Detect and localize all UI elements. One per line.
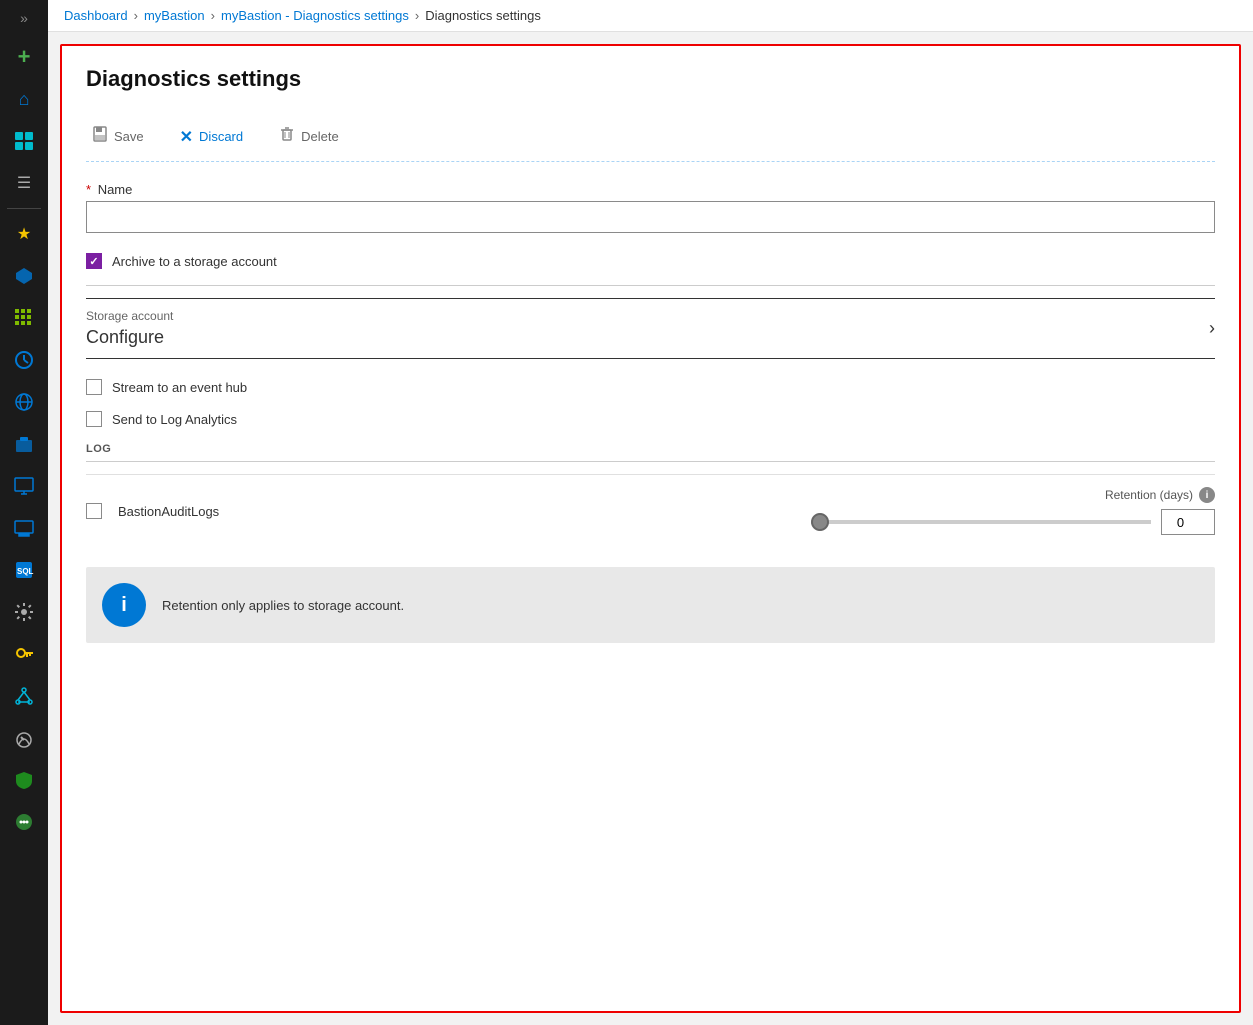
sidebar-item-resourcegroups[interactable] bbox=[0, 423, 48, 465]
sidebar-item-allservices[interactable] bbox=[0, 297, 48, 339]
menu-icon: ☰ bbox=[17, 173, 31, 193]
sidebar-item-dashboard[interactable] bbox=[0, 120, 48, 162]
key-icon bbox=[14, 644, 34, 664]
home-icon: ⌂ bbox=[19, 89, 30, 110]
name-label: * Name bbox=[86, 182, 1215, 197]
send-log-label[interactable]: Send to Log Analytics bbox=[112, 412, 237, 427]
monitor-icon bbox=[14, 476, 34, 496]
breadcrumb: Dashboard › myBastion › myBastion - Diag… bbox=[48, 0, 1253, 32]
retention-label-text: Retention (days) bbox=[1105, 488, 1193, 502]
retention-label: Retention (days) i bbox=[1105, 487, 1215, 503]
log-row-checkbox[interactable] bbox=[86, 503, 102, 519]
breadcrumb-sep-3: › bbox=[415, 8, 419, 23]
gear-icon bbox=[14, 602, 34, 622]
sidebar-item-sql[interactable]: SQL bbox=[0, 549, 48, 591]
content-panel: Diagnostics settings Save ✕ Discard bbox=[60, 44, 1241, 1013]
stream-checkbox[interactable] bbox=[86, 379, 102, 395]
required-star: * bbox=[86, 182, 91, 197]
sidebar: » + ⌂ ☰ ★ bbox=[0, 0, 48, 1025]
discard-icon: ✕ bbox=[180, 127, 193, 147]
sidebar-item-vnet[interactable] bbox=[0, 675, 48, 717]
box-icon bbox=[14, 434, 34, 454]
retention-input[interactable] bbox=[1161, 509, 1215, 535]
log-separator bbox=[86, 461, 1215, 462]
sidebar-divider bbox=[7, 208, 41, 209]
sidebar-item-monitor[interactable] bbox=[0, 717, 48, 759]
storage-configure-link[interactable]: Configure bbox=[86, 327, 1209, 348]
toolbar: Save ✕ Discard Delete bbox=[86, 112, 1215, 162]
network-icon bbox=[14, 686, 34, 706]
save-label: Save bbox=[114, 129, 144, 144]
breadcrumb-diagnostics-link[interactable]: myBastion - Diagnostics settings bbox=[221, 8, 409, 23]
cube-icon bbox=[14, 266, 34, 286]
globe-icon bbox=[14, 392, 34, 412]
star-icon: ★ bbox=[17, 224, 31, 244]
sidebar-item-appservices[interactable] bbox=[0, 507, 48, 549]
storage-chevron-right-icon[interactable]: › bbox=[1209, 318, 1215, 339]
delete-icon bbox=[279, 126, 295, 147]
speed-icon bbox=[14, 728, 34, 748]
archive-separator bbox=[86, 285, 1215, 286]
grid-icon bbox=[14, 308, 34, 328]
sidebar-item-menu[interactable]: ☰ bbox=[0, 162, 48, 204]
sidebar-item-gear[interactable] bbox=[0, 591, 48, 633]
archive-checkbox-row: ✓ Archive to a storage account bbox=[86, 253, 1215, 269]
page-title: Diagnostics settings bbox=[86, 66, 1215, 92]
send-log-checkbox[interactable] bbox=[86, 411, 102, 427]
info-banner-text: Retention only applies to storage accoun… bbox=[162, 598, 404, 613]
slider-row bbox=[294, 509, 1215, 535]
discard-button[interactable]: ✕ Discard bbox=[174, 123, 249, 151]
sidebar-item-vm[interactable] bbox=[0, 465, 48, 507]
sidebar-item-resources[interactable] bbox=[0, 255, 48, 297]
discard-label: Discard bbox=[199, 129, 243, 144]
delete-button[interactable]: Delete bbox=[273, 122, 345, 151]
sidebar-item-more[interactable] bbox=[0, 801, 48, 843]
log-row: BastionAuditLogs Retention (days) i bbox=[86, 474, 1215, 547]
delete-label: Delete bbox=[301, 129, 339, 144]
sidebar-collapse-btn[interactable]: » bbox=[0, 0, 48, 36]
storage-account-section: Storage account Configure › bbox=[86, 298, 1215, 359]
sidebar-item-create[interactable]: + bbox=[0, 36, 48, 78]
svg-text:SQL: SQL bbox=[17, 567, 34, 576]
plus-icon: + bbox=[18, 44, 31, 70]
archive-checkbox[interactable]: ✓ bbox=[86, 253, 102, 269]
sidebar-item-defender[interactable] bbox=[0, 759, 48, 801]
send-log-checkbox-row: Send to Log Analytics bbox=[86, 411, 1215, 427]
info-icon: i bbox=[102, 583, 146, 627]
log-section-header: LOG bbox=[86, 443, 1215, 455]
retention-info-icon[interactable]: i bbox=[1199, 487, 1215, 503]
main-area: Dashboard › myBastion › myBastion - Diag… bbox=[48, 0, 1253, 1025]
clock-icon bbox=[14, 350, 34, 370]
monitor2-icon bbox=[14, 518, 34, 538]
save-icon bbox=[92, 126, 108, 147]
sidebar-item-recent[interactable] bbox=[0, 339, 48, 381]
save-button[interactable]: Save bbox=[86, 122, 150, 151]
sidebar-item-favorites[interactable]: ★ bbox=[0, 213, 48, 255]
dot-icon bbox=[14, 812, 34, 832]
sql-icon: SQL bbox=[14, 560, 34, 580]
stream-label[interactable]: Stream to an event hub bbox=[112, 380, 247, 395]
storage-account-label: Storage account bbox=[86, 309, 1209, 323]
retention-slider[interactable] bbox=[811, 520, 1151, 524]
breadcrumb-sep-1: › bbox=[134, 8, 138, 23]
stream-checkbox-row: Stream to an event hub bbox=[86, 379, 1215, 395]
breadcrumb-dashboard[interactable]: Dashboard bbox=[64, 8, 128, 23]
name-input[interactable] bbox=[86, 201, 1215, 233]
breadcrumb-current: Diagnostics settings bbox=[425, 8, 541, 23]
breadcrumb-sep-2: › bbox=[211, 8, 215, 23]
archive-label[interactable]: Archive to a storage account bbox=[112, 254, 277, 269]
log-row-name: BastionAuditLogs bbox=[118, 504, 278, 519]
breadcrumb-mybastion[interactable]: myBastion bbox=[144, 8, 205, 23]
retention-area: Retention (days) i bbox=[294, 487, 1215, 535]
shield-icon bbox=[14, 770, 34, 790]
dashboard-icon bbox=[14, 131, 34, 151]
sidebar-item-home[interactable]: ⌂ bbox=[0, 78, 48, 120]
info-banner: i Retention only applies to storage acco… bbox=[86, 567, 1215, 643]
checkmark-icon: ✓ bbox=[89, 255, 98, 268]
sidebar-item-keyvault[interactable] bbox=[0, 633, 48, 675]
sidebar-item-subscriptions[interactable] bbox=[0, 381, 48, 423]
